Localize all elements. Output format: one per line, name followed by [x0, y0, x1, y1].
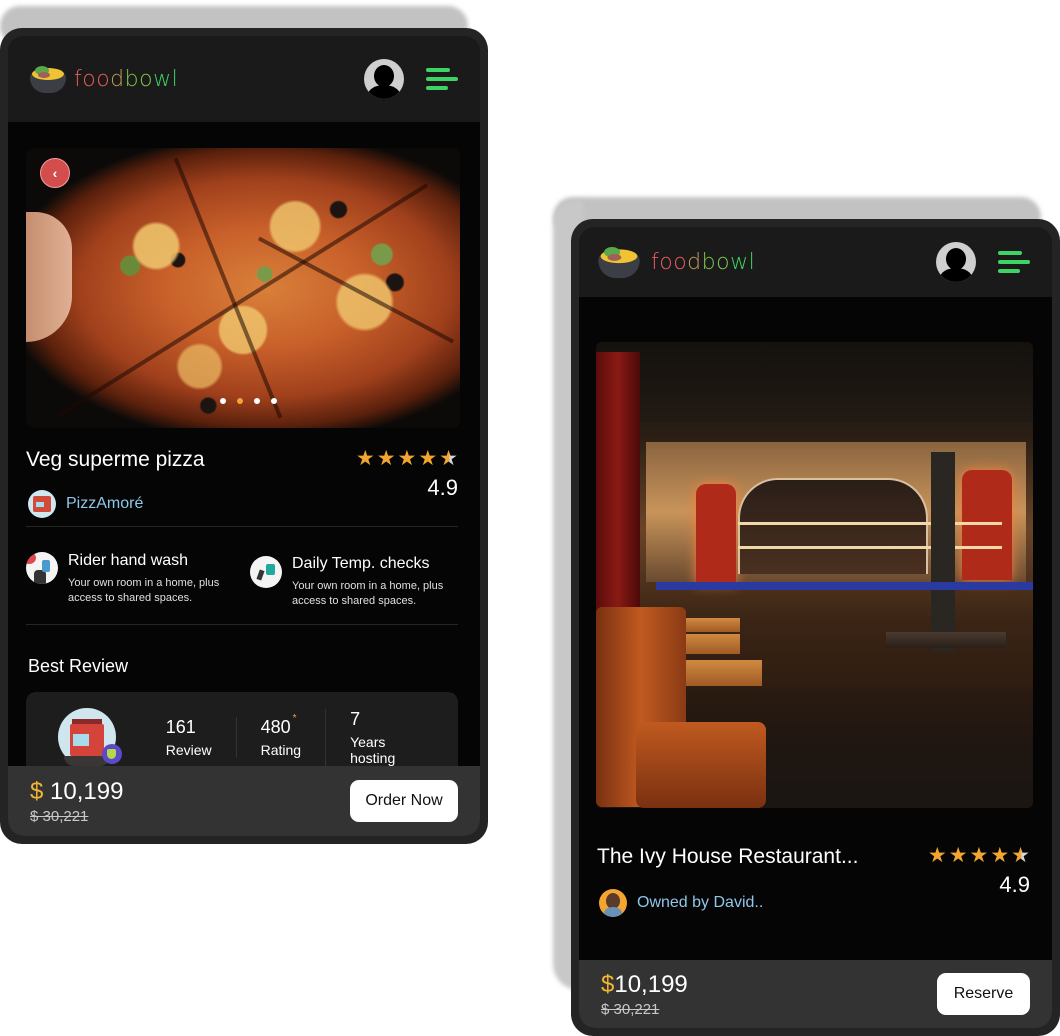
current-price: $10,199 — [601, 971, 688, 999]
brand-logo[interactable]: foodbowl — [30, 65, 178, 93]
carousel-dots — [26, 398, 460, 404]
star-icon: ★ — [418, 447, 438, 470]
star-icon: ★ — [376, 447, 396, 470]
star-badge-icon: * — [292, 712, 297, 724]
rating-value: 4.9 — [427, 475, 458, 500]
stat-label: Years hosting — [350, 733, 396, 766]
chevron-left-icon: ‹ — [52, 165, 58, 181]
original-price: $ 30,221 — [601, 1000, 660, 1018]
hamburger-menu-icon[interactable] — [998, 249, 1030, 275]
restaurant-shop-icon — [28, 490, 56, 518]
currency-symbol: $ — [601, 970, 615, 998]
stat-reviews: 161 Review — [142, 717, 236, 758]
app-header: foodbowl — [8, 36, 480, 122]
phone-restaurant-detail: foodbowl The Ivy House Restaurant... ★ ★… — [571, 219, 1060, 1036]
half-star-icon: ★ — [1011, 844, 1030, 867]
vendor-link[interactable]: PizzAmoré — [66, 495, 143, 513]
stat-value: 480 — [260, 716, 291, 737]
star-icon: ★ — [927, 844, 947, 867]
feature-desc: Your own room in a home, plus access to … — [292, 580, 444, 607]
feature-title: Rider hand wash — [68, 552, 189, 569]
currency-symbol: $ — [30, 777, 44, 805]
screen: foodbowl The Ivy House Restaurant... ★ ★… — [579, 227, 1052, 1028]
stat-rating: 480 * Rating — [235, 713, 325, 758]
thermometer-gun-icon — [250, 556, 282, 588]
features: Rider hand wash Your own room in a home,… — [26, 552, 462, 609]
carousel-dot[interactable] — [253, 398, 260, 404]
feature-item: Rider hand wash Your own room in a home,… — [26, 552, 238, 609]
feature-desc: Your own room in a home, plus access to … — [68, 577, 220, 604]
back-button[interactable]: ‹ — [40, 158, 70, 188]
stat-value: 161 — [165, 716, 196, 737]
food-bowl-icon — [30, 65, 66, 93]
rating: ★ ★ ★ ★ ★ 4.9 — [928, 845, 1030, 898]
star-rating: ★ ★ ★ ★ ★ — [928, 845, 1030, 866]
star-icon: ★ — [990, 844, 1010, 867]
star-icon: ★ — [355, 447, 375, 470]
half-star-icon: ★ — [439, 447, 458, 470]
carousel-dot[interactable] — [270, 398, 277, 404]
original-price: $ 30,221 — [30, 807, 89, 825]
feature-item: Daily Temp. checks Your own room in a ho… — [238, 552, 462, 609]
brand-name: foodbowl — [74, 66, 179, 92]
stat-value: 7 — [350, 708, 361, 729]
reserve-button[interactable]: Reserve — [937, 973, 1030, 1015]
star-rating: ★ ★ ★ ★ ★ — [356, 448, 458, 469]
price-amount: 10,199 — [50, 777, 124, 805]
screen: foodbowl ‹ Veg superme pizza ★ ★ ★ ★ ★ 4… — [8, 36, 480, 836]
carousel-dot[interactable] — [219, 398, 226, 404]
app-header: foodbowl — [579, 227, 1052, 297]
stat-years: 7 Years hosting — [325, 708, 458, 766]
carousel-dot-active[interactable] — [236, 398, 243, 404]
owner-avatar — [599, 889, 627, 917]
vendor-row[interactable]: PizzAmoré — [28, 490, 143, 518]
verified-shield-icon — [101, 744, 122, 764]
rating-value: 4.9 — [999, 872, 1030, 897]
price-amount: 10,199 — [614, 970, 688, 998]
hand-wash-icon — [26, 552, 58, 584]
stat-label: Review — [165, 741, 212, 758]
food-bowl-icon — [598, 246, 640, 279]
feature-title: Daily Temp. checks — [292, 555, 430, 572]
divider — [26, 624, 458, 625]
current-price: $ 10,199 — [30, 778, 123, 806]
user-avatar-icon[interactable] — [936, 242, 976, 282]
pizza-photo[interactable]: ‹ — [26, 148, 460, 428]
stat-label: Rating — [260, 741, 302, 758]
rating: ★ ★ ★ ★ ★ 4.9 — [356, 448, 458, 501]
bottom-price-bar: $10,199 $ 30,221 Reserve — [579, 960, 1052, 1028]
owner-row[interactable]: Owned by David.. — [599, 889, 763, 917]
divider — [26, 526, 458, 527]
brand-logo[interactable]: foodbowl — [598, 246, 756, 279]
user-avatar-icon[interactable] — [364, 59, 404, 99]
best-review-title: Best Review — [28, 656, 129, 676]
order-now-button[interactable]: Order Now — [350, 780, 458, 822]
restaurant-avatar — [58, 708, 122, 766]
restaurant-interior-photo[interactable] — [596, 342, 1033, 808]
star-icon: ★ — [969, 844, 989, 867]
phone-food-detail: foodbowl ‹ Veg superme pizza ★ ★ ★ ★ ★ 4… — [0, 28, 488, 844]
brand-name: foodbowl — [651, 249, 756, 275]
bottom-price-bar: $ 10,199 $ 30,221 Order Now — [8, 766, 480, 836]
hamburger-menu-icon[interactable] — [426, 66, 458, 92]
star-icon: ★ — [397, 447, 417, 470]
star-icon: ★ — [948, 844, 968, 867]
owner-link[interactable]: Owned by David.. — [637, 894, 763, 912]
